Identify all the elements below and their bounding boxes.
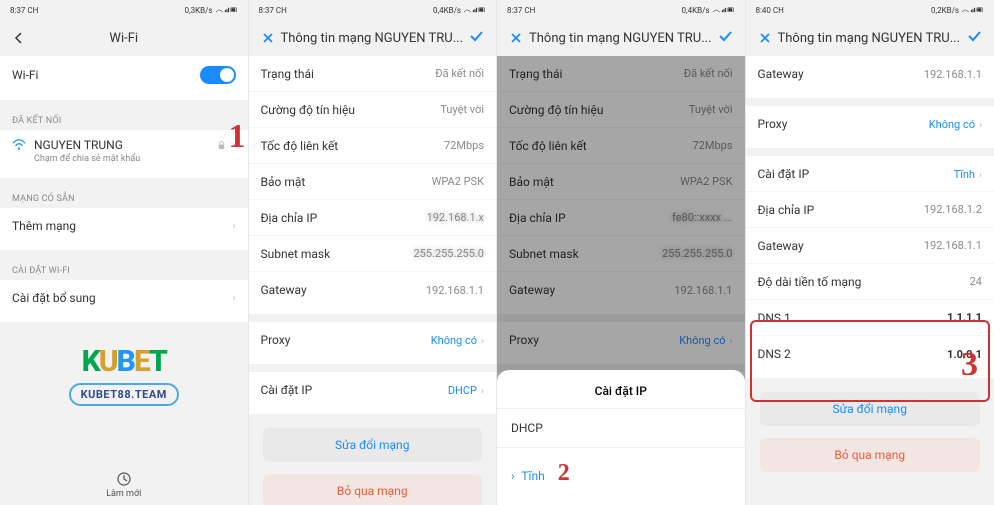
chevron-right-icon: ›: [232, 221, 235, 232]
network-name: NGUYEN TRUNG: [34, 138, 209, 152]
chevron-right-icon: ›: [979, 120, 982, 131]
chevron-right-icon: ›: [481, 336, 484, 347]
clock-icon: [116, 471, 132, 487]
wifi-toggle-row[interactable]: Wi-Fi: [0, 56, 248, 94]
row-dns2[interactable]: DNS 21.0.0.1: [746, 336, 994, 372]
section-wifi-settings: CÀI ĐẶT WI-FI: [0, 258, 248, 280]
row-ip-settings[interactable]: Cài đặt IPTĩnh›: [746, 156, 994, 192]
section-available: MẠNG CÓ SẴN: [0, 186, 248, 208]
status-bar: 8:37 CH 0,4KB/s: [497, 0, 745, 20]
row-gateway: Gateway192.168.1.1: [249, 272, 497, 308]
watermark-team: KUBET88.TEAM: [69, 383, 179, 406]
chevron-right-icon: ›: [232, 293, 235, 304]
title-bar: Thông tin mạng NGUYEN TRU...: [497, 20, 745, 56]
row-ip-address[interactable]: Địa chỉa IP192.168.1.2: [746, 192, 994, 228]
confirm-button[interactable]: [468, 28, 486, 48]
modify-network-button[interactable]: Sửa đổi mạng: [760, 392, 981, 426]
title-bar: Thông tin mạng NGUYEN TRU...: [249, 20, 497, 56]
close-button[interactable]: [259, 29, 277, 47]
row-ip-settings[interactable]: Cài đặt IPDHCP›: [249, 372, 497, 408]
close-button[interactable]: [756, 29, 774, 47]
ip-settings-sheet: Cài đặt IP DHCP Tĩnh 2: [497, 370, 745, 505]
status-time: 8:37 CH: [10, 6, 38, 15]
row-link-speed: Tốc độ liên kết72Mbps: [249, 128, 497, 164]
annotation-1: 1: [229, 118, 246, 156]
signal-icon: [713, 6, 735, 14]
connected-network-row[interactable]: NGUYEN TRUNG › Chạm để chia sẻ mật khẩu: [0, 130, 248, 172]
wifi-icon: [12, 138, 26, 152]
section-connected: ĐÃ KẾT NỐI: [0, 108, 248, 130]
status-bar: 8:40 CH 0,2KB/s: [746, 0, 994, 20]
row-gateway[interactable]: Gateway192.168.1.1: [746, 228, 994, 264]
row-ip: Địa chỉa IP192.168.1.x: [249, 200, 497, 236]
page-title: Thông tin mạng NGUYEN TRU...: [774, 31, 967, 46]
forget-network-button[interactable]: Bỏ qua mạng: [263, 474, 483, 505]
status-bar: 8:37 CH 0,4KB/s: [249, 0, 497, 20]
wifi-toggle-label: Wi-Fi: [12, 68, 38, 82]
signal-icon: [962, 6, 984, 14]
row-dns1[interactable]: DNS 11.1.1.1: [746, 300, 994, 336]
chevron-right-icon: ›: [979, 170, 982, 181]
page-title: Thông tin mạng NGUYEN TRU...: [525, 31, 717, 46]
additional-settings-row[interactable]: Cài đặt bổ sung ›: [0, 280, 248, 316]
status-speed: 0,3KB/s: [185, 6, 213, 15]
signal-icon: [464, 6, 486, 14]
network-hint: Chạm để chia sẻ mật khẩu: [12, 154, 236, 164]
row-prefix-length[interactable]: Độ dài tiền tố mạng24: [746, 264, 994, 300]
row-subnet: Subnet mask255.255.255.0: [249, 236, 497, 272]
annotation-2: 2: [558, 460, 570, 486]
screen-network-info-dhcp: 8:37 CH 0,4KB/s Thông tin mạng NGUYEN TR…: [249, 0, 498, 505]
screen-wifi-list: 8:37 CH 0,3KB/s Wi-Fi Wi-Fi ĐÃ KẾT NỐI N…: [0, 0, 249, 505]
row-proxy[interactable]: ProxyKhông có›: [746, 106, 994, 142]
row-signal: Cường độ tín hiệuTuyệt vời: [249, 92, 497, 128]
row-security: Bảo mậtWPA2 PSK: [249, 164, 497, 200]
page-title: Thông tin mạng NGUYEN TRU...: [277, 31, 469, 46]
signal-icon: [216, 6, 238, 14]
refresh-button[interactable]: Làm mới: [0, 465, 248, 505]
title-bar: Thông tin mạng NGUYEN TRU...: [746, 20, 994, 56]
title-bar: Wi-Fi: [0, 20, 248, 56]
close-button[interactable]: [507, 29, 525, 47]
confirm-button[interactable]: [717, 28, 735, 48]
row-status: Trạng tháiĐã kết nối: [249, 56, 497, 92]
chevron-right-icon: ›: [481, 386, 484, 397]
back-button[interactable]: [10, 29, 28, 47]
row-gateway-top: Gateway192.168.1.1: [746, 56, 994, 92]
row-proxy[interactable]: ProxyKhông có›: [249, 322, 497, 358]
lock-icon: [217, 141, 226, 150]
wifi-toggle[interactable]: [200, 66, 236, 84]
status-bar: 8:37 CH 0,3KB/s: [0, 0, 248, 20]
sheet-title: Cài đặt IP: [497, 380, 745, 408]
sheet-option-dhcp[interactable]: DHCP: [497, 408, 745, 447]
add-network-row[interactable]: Thêm mạng ›: [0, 208, 248, 244]
annotation-3: 3: [961, 346, 978, 384]
screen-network-info-sheet: 8:37 CH 0,4KB/s Thông tin mạng NGUYEN TR…: [497, 0, 746, 505]
page-title: Wi-Fi: [28, 31, 220, 46]
screen-network-info-static: 8:40 CH 0,2KB/s Thông tin mạng NGUYEN TR…: [746, 0, 994, 505]
sheet-option-static[interactable]: Tĩnh 2: [497, 447, 745, 499]
forget-network-button[interactable]: Bỏ qua mạng: [760, 438, 981, 472]
watermark-logo: KUBET KUBET88.TEAM: [0, 330, 248, 410]
modify-network-button[interactable]: Sửa đổi mạng: [263, 428, 483, 462]
confirm-button[interactable]: [966, 28, 984, 48]
